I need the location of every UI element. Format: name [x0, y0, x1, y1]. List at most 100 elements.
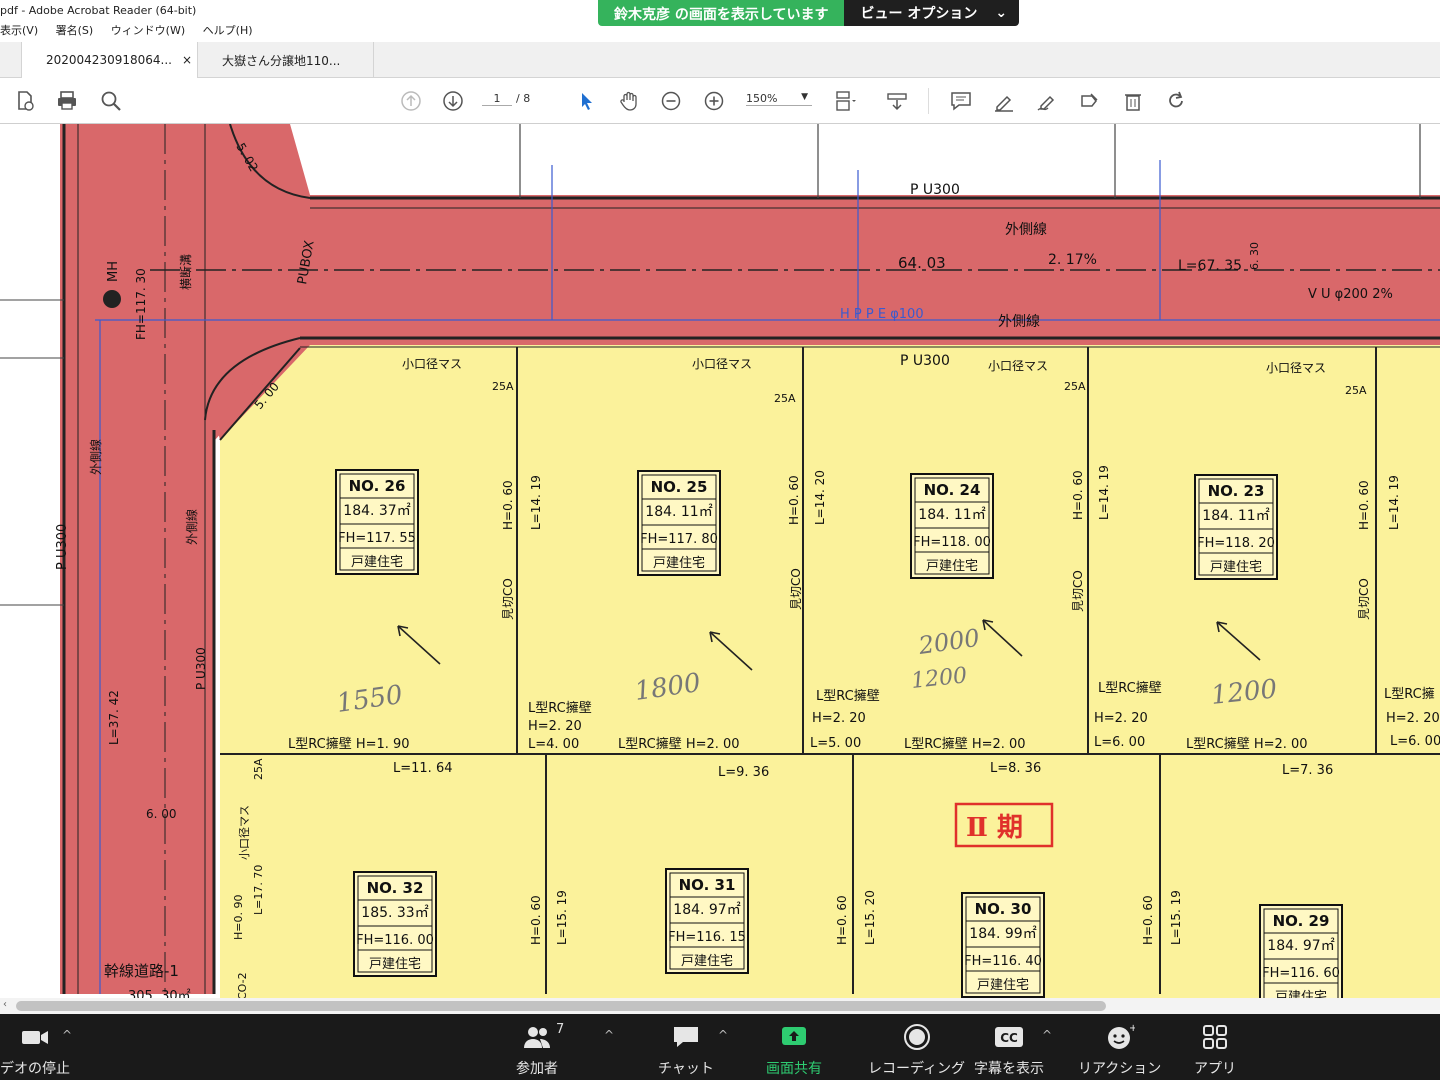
side-wall-h-4: H=2. 20 [1386, 711, 1440, 726]
redo-icon[interactable] [1163, 88, 1189, 114]
h060-5: H=0. 60 [529, 895, 543, 945]
participants-button[interactable]: 7 参加者 [516, 1020, 564, 1078]
close-icon[interactable]: × [182, 53, 192, 67]
scroll-left-icon[interactable]: ‹ [3, 999, 7, 1010]
view-options-button[interactable]: ビュー オプション ⌄ [844, 0, 1020, 26]
l1420-2: L=14. 20 [813, 470, 827, 525]
small-basin-3: 小口径マス [988, 359, 1048, 373]
apps-button[interactable]: アプリ [1194, 1020, 1236, 1078]
highlight-pen-icon[interactable] [991, 88, 1017, 114]
page-number-input[interactable]: 1 [482, 92, 512, 106]
outer-line-left: 外側線 [88, 439, 103, 475]
lot-number: NO. 32 [367, 879, 424, 897]
wall-length-1: L=11. 64 [393, 761, 452, 776]
draw-pen-icon[interactable] [1034, 88, 1060, 114]
captions-button[interactable]: CC 字幕を表示 [974, 1020, 1044, 1078]
share-screen-button[interactable]: 画面共有 [766, 1020, 822, 1078]
delete-icon[interactable] [1120, 88, 1146, 114]
chevron-up-icon[interactable]: ^ [718, 1028, 728, 1042]
save-file-icon[interactable] [12, 88, 38, 114]
trunk-road-area: 305. 30㎡ [128, 989, 191, 998]
stop-video-button[interactable]: デオの停止 [0, 1020, 70, 1078]
lot-use: 戸建住宅 [369, 957, 421, 972]
tab-document-1[interactable]: 202004230918064... × [22, 42, 198, 78]
kiri-co-2: 見切CO [789, 568, 803, 610]
next-page-icon[interactable] [440, 88, 466, 114]
site-plan-drawing: .t { font-family: "DejaVu Sans", sans-se… [0, 124, 1440, 998]
outer-line-left-2: 外側線 [184, 509, 199, 545]
comment-icon[interactable] [948, 88, 974, 114]
lot-use: 戸建住宅 [681, 954, 733, 969]
l1419-3: L=14. 19 [1097, 465, 1111, 520]
search-icon[interactable] [98, 88, 124, 114]
lot-use: 戸建住宅 [1210, 560, 1262, 575]
size-25a-3: 25A [1064, 380, 1086, 393]
chevron-up-icon[interactable]: ^ [1042, 1028, 1052, 1042]
acrobat-toolbar: 1 / 8 150% ▼ [0, 78, 1440, 124]
size-25a-2: 25A [774, 392, 796, 405]
side-wall-h-1: H=2. 20 [528, 719, 582, 734]
left-pu300-2: P U300 [194, 647, 208, 690]
side-wall-title-3: L型RC擁壁 [1098, 681, 1162, 696]
pdf-document-view[interactable]: .t { font-family: "DejaVu Sans", sans-se… [0, 124, 1440, 998]
select-cursor-icon[interactable] [573, 88, 599, 114]
share-screen-label: 画面共有 [766, 1061, 822, 1077]
pipe-vu200: V U φ200 2% [1308, 287, 1393, 302]
chevron-down-icon: ▼ [801, 92, 808, 102]
wall-length-4: L=7. 36 [1282, 763, 1333, 778]
scroll-mode-icon[interactable] [884, 88, 910, 114]
scrollbar-thumb[interactable] [16, 1001, 1106, 1011]
menu-view[interactable]: 表示(V) [0, 22, 38, 38]
share-screen-icon [779, 1020, 809, 1054]
print-icon[interactable] [54, 88, 80, 114]
tab-document-2[interactable]: 大嶽さん分譲地110... [198, 42, 374, 78]
side-wall-h-3: H=2. 20 [1094, 711, 1148, 726]
lot-floor-height: FH=116. 00 [356, 933, 434, 948]
menu-sign[interactable]: 署名(S) [56, 22, 94, 38]
wall-length-2: L=9. 36 [718, 765, 769, 780]
chevron-up-icon[interactable]: ^ [62, 1028, 72, 1042]
lot-floor-height: FH=118. 00 [913, 535, 991, 550]
lot-card: NO. 32 185. 33㎡ FH=116. 00 戸建住宅 [353, 871, 437, 977]
reactions-label: リアクション [1078, 1061, 1162, 1077]
page-display-icon[interactable] [832, 88, 858, 114]
side-wall-l-1: L=4. 00 [528, 737, 579, 752]
lot-area: 185. 33㎡ [361, 905, 428, 921]
zoom-out-icon[interactable] [658, 88, 684, 114]
fh-manhole: FH=117. 30 [134, 268, 148, 340]
lot-floor-height: FH=117. 80 [640, 532, 718, 547]
lot-use: 戸建住宅 [351, 555, 403, 570]
outer-line-label-2: 外側線 [998, 314, 1040, 330]
reactions-button[interactable]: + リアクション [1078, 1020, 1161, 1078]
chevron-up-icon[interactable]: ^ [604, 1028, 614, 1042]
zoom-in-icon[interactable] [701, 88, 727, 114]
chat-button[interactable]: チャット [658, 1020, 714, 1078]
width-630: 6. 30 [1248, 242, 1261, 270]
apps-label: アプリ [1194, 1061, 1236, 1077]
wall-label-4: L型RC擁壁 H=2. 00 [1186, 737, 1308, 752]
wall-label-3: L型RC擁壁 H=2. 00 [904, 737, 1026, 752]
lot-number: NO. 30 [975, 900, 1032, 918]
lot-card: NO. 24 184. 11㎡ FH=118. 00 戸建住宅 [910, 473, 994, 579]
prev-page-icon[interactable] [398, 88, 424, 114]
l1770-label: L=17. 70 [252, 865, 265, 915]
participants-icon: 7 [522, 1020, 564, 1054]
lot-floor-height: FH=117. 55 [338, 531, 416, 546]
hand-tool-icon[interactable] [616, 88, 642, 114]
lot-area: 184. 99㎡ [969, 926, 1036, 942]
lot-floor-height: FH=116. 60 [1262, 966, 1340, 981]
zoom-level-select[interactable]: 150% ▼ [746, 92, 812, 106]
side-wall-title-4: L型RC擁 [1384, 687, 1435, 702]
h060-3: H=0. 60 [1071, 470, 1085, 520]
horizontal-scrollbar[interactable]: ‹ [0, 998, 1440, 1014]
record-button[interactable]: レコーディング [868, 1020, 965, 1078]
tab-partial[interactable] [0, 42, 22, 78]
lot-number: NO. 23 [1208, 482, 1265, 500]
lot-area: 184. 11㎡ [918, 507, 985, 523]
menu-window[interactable]: ウィンドウ(W) [111, 22, 185, 38]
stamp-icon[interactable] [1077, 88, 1103, 114]
menu-help[interactable]: ヘルプ(H) [203, 22, 253, 38]
wall-label-2: L型RC擁壁 H=2. 00 [618, 737, 740, 752]
chat-label: チャット [658, 1061, 714, 1077]
co-2-label: CO-2 [236, 972, 249, 998]
